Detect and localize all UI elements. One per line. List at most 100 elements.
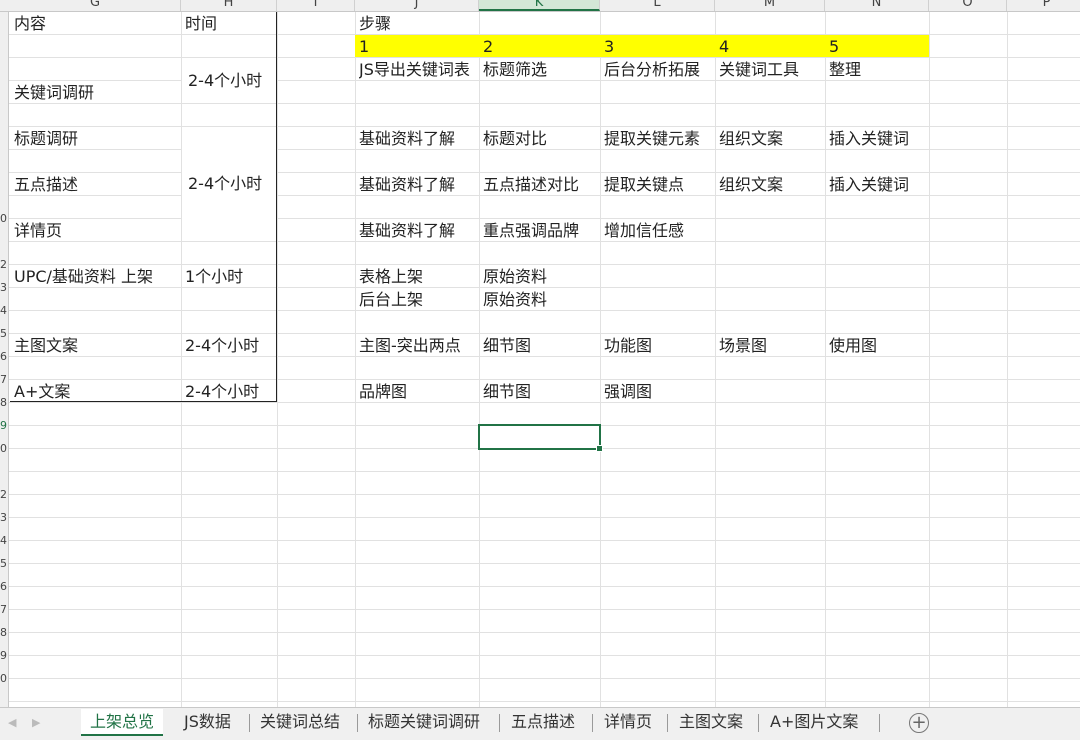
prev-sheet-arrow-icon[interactable]: ◀: [8, 716, 16, 729]
row-header[interactable]: 8: [0, 391, 7, 414]
row-label-bullet-points[interactable]: 五点描述: [14, 174, 78, 196]
column-header-h[interactable]: H: [181, 0, 277, 11]
row-header[interactable]: 7: [0, 598, 7, 621]
title-step-1[interactable]: 基础资料了解: [359, 128, 455, 150]
sheet-tab-main-image-copy[interactable]: 主图文案: [670, 709, 752, 736]
row-header[interactable]: 3: [0, 506, 7, 529]
add-sheet-icon[interactable]: +: [909, 713, 929, 733]
row-header[interactable]: 0: [0, 207, 7, 230]
row-header[interactable]: 8: [0, 621, 7, 644]
row-label-title-research[interactable]: 标题调研: [14, 128, 78, 150]
bullet-step-2[interactable]: 五点描述对比: [483, 174, 579, 196]
keyword-step-5[interactable]: 整理: [829, 59, 861, 81]
sheet-tab-aplus-image-copy[interactable]: A+图片文案: [761, 709, 867, 736]
row-header[interactable]: 6: [0, 345, 7, 368]
column-header-l[interactable]: L: [600, 0, 715, 11]
keyword-step-3[interactable]: 后台分析拓展: [604, 59, 715, 81]
column-header-g[interactable]: G: [10, 0, 181, 11]
time-keyword-research[interactable]: 2-4个小时: [188, 70, 262, 92]
row-label-detail-page[interactable]: 详情页: [14, 220, 62, 242]
title-step-2[interactable]: 标题对比: [483, 128, 547, 150]
row-header[interactable]: 5: [0, 322, 7, 345]
main-image-step-4[interactable]: 场景图: [719, 335, 767, 357]
row-label-upc-listing[interactable]: UPC/基础资料 上架: [14, 266, 153, 288]
step-number-highlight: [355, 35, 929, 57]
row-header[interactable]: 2: [0, 483, 7, 506]
row-header[interactable]: 4: [0, 529, 7, 552]
column-header-p[interactable]: P: [1007, 0, 1080, 11]
row-header[interactable]: 2: [0, 253, 7, 276]
step-number-5[interactable]: 5: [829, 36, 839, 58]
main-image-step-5[interactable]: 使用图: [829, 335, 877, 357]
next-sheet-arrow-icon[interactable]: ▶: [32, 716, 40, 729]
column-header-i[interactable]: I: [277, 0, 355, 11]
column-header-m[interactable]: M: [715, 0, 825, 11]
sheet-tab-detail-page[interactable]: 详情页: [595, 709, 661, 736]
row-label-main-image-copy[interactable]: 主图文案: [14, 335, 78, 357]
detail-step-3[interactable]: 增加信任感: [604, 220, 684, 242]
bullet-step-5[interactable]: 插入关键词: [829, 174, 909, 196]
step-number-2[interactable]: 2: [483, 36, 493, 58]
row-header[interactable]: 0: [0, 667, 7, 690]
gridline: [9, 701, 1080, 702]
row-header[interactable]: 9: [0, 644, 7, 667]
main-image-step-2[interactable]: 细节图: [483, 335, 531, 357]
gridline: [9, 172, 1080, 173]
title-step-3[interactable]: 提取关键元素: [604, 128, 700, 150]
detail-step-1[interactable]: 基础资料了解: [359, 220, 455, 242]
main-image-step-3[interactable]: 功能图: [604, 335, 652, 357]
aplus-step-3[interactable]: 强调图: [604, 381, 652, 403]
column-header-o[interactable]: O: [929, 0, 1007, 11]
time-title-bullet-detail[interactable]: 2-4个小时: [188, 173, 262, 195]
sheet-tab-bullet-points[interactable]: 五点描述: [502, 709, 584, 736]
active-cell-selection[interactable]: [478, 424, 603, 452]
upc-step-1a[interactable]: 表格上架: [359, 266, 423, 288]
gridline: [9, 678, 1080, 679]
row-header-selected[interactable]: 9: [0, 414, 7, 437]
keyword-step-4[interactable]: 关键词工具: [719, 59, 799, 81]
steps-title[interactable]: 步骤: [359, 13, 391, 35]
keyword-step-2[interactable]: 标题筛选: [483, 59, 547, 81]
tab-separator: [879, 714, 880, 732]
row-header[interactable]: 4: [0, 299, 7, 322]
sheet-tab-keyword-summary[interactable]: 关键词总结: [251, 709, 349, 736]
sheet-tab-js-data[interactable]: JS数据: [175, 709, 240, 736]
aplus-step-2[interactable]: 细节图: [483, 381, 531, 403]
step-number-1[interactable]: 1: [359, 36, 369, 58]
step-number-3[interactable]: 3: [604, 36, 614, 58]
aplus-step-1[interactable]: 品牌图: [359, 381, 407, 403]
time-aplus-copy[interactable]: 2-4个小时: [185, 381, 259, 403]
upc-step-2a[interactable]: 原始资料: [483, 266, 547, 288]
sheet-tab-overview[interactable]: 上架总览: [81, 709, 164, 736]
row-header[interactable]: 6: [0, 575, 7, 598]
main-image-step-1[interactable]: 主图-突出两点: [359, 335, 461, 357]
step-number-4[interactable]: 4: [719, 36, 729, 58]
upc-step-2b[interactable]: 原始资料: [483, 289, 547, 311]
row-header[interactable]: 0: [0, 437, 7, 460]
row-label-keyword-research[interactable]: 关键词调研: [14, 82, 94, 104]
row-header[interactable]: 5: [0, 552, 7, 575]
keyword-step-1[interactable]: JS导出关键词表: [359, 59, 479, 81]
column-header-n[interactable]: N: [825, 0, 929, 11]
spreadsheet-grid[interactable]: G H I J K L M N O P 0 2 3 4 5 6 7 8 9 0 …: [0, 0, 1080, 707]
bullet-step-4[interactable]: 组织文案: [719, 174, 783, 196]
row-header[interactable]: 7: [0, 368, 7, 391]
gridline: [9, 126, 1080, 127]
row-label-aplus-copy[interactable]: A+文案: [14, 381, 70, 403]
header-time[interactable]: 时间: [185, 13, 217, 35]
header-content[interactable]: 内容: [14, 13, 46, 35]
detail-step-2[interactable]: 重点强调品牌: [483, 220, 579, 242]
bullet-step-3[interactable]: 提取关键点: [604, 174, 684, 196]
column-header-j[interactable]: J: [355, 0, 479, 11]
column-header-bar: G H I J K L M N O P: [0, 0, 1080, 12]
time-main-image-copy[interactable]: 2-4个小时: [185, 335, 259, 357]
title-step-5[interactable]: 插入关键词: [829, 128, 909, 150]
title-step-4[interactable]: 组织文案: [719, 128, 783, 150]
time-upc-listing[interactable]: 1个小时: [185, 266, 243, 288]
upc-step-1b[interactable]: 后台上架: [359, 289, 423, 311]
sheet-tab-title-keyword-research[interactable]: 标题关键词调研: [359, 709, 489, 736]
gridline: [181, 12, 182, 707]
row-header[interactable]: 3: [0, 276, 7, 299]
bullet-step-1[interactable]: 基础资料了解: [359, 174, 455, 196]
column-header-k[interactable]: K: [479, 0, 600, 11]
